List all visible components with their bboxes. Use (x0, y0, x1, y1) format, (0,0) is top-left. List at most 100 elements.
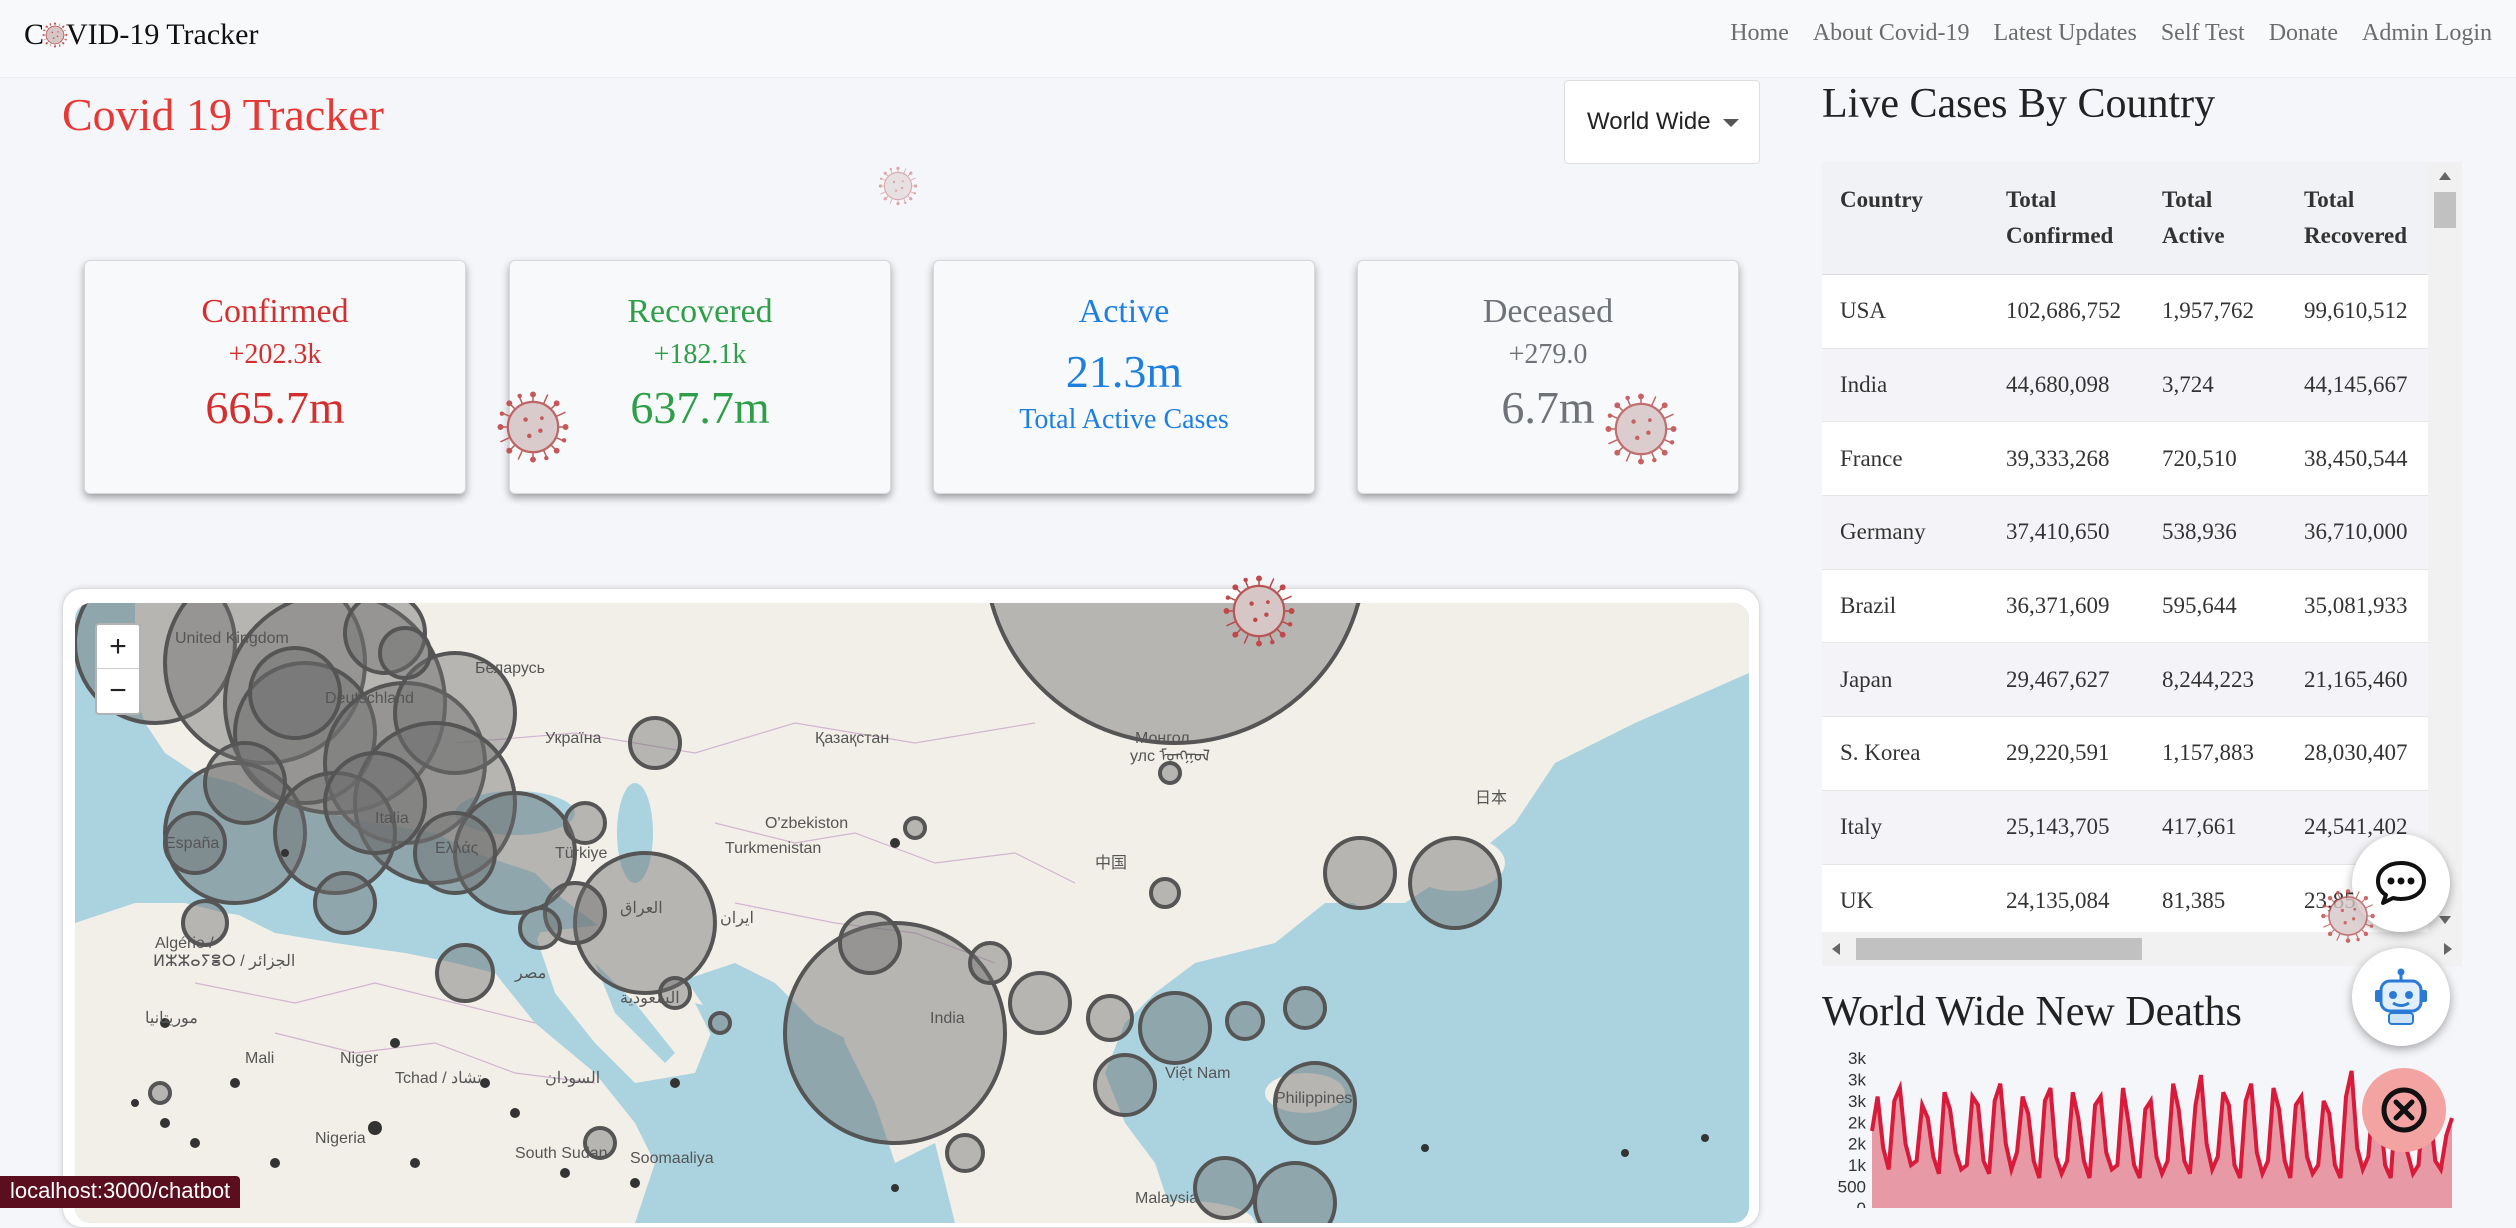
virus-icon (42, 22, 68, 48)
svg-text:Tchad / تشاد: Tchad / تشاد (395, 1070, 482, 1087)
scroll-down-icon[interactable] (2439, 916, 2451, 924)
table-header-row: Country Total Confirmed Total Active Tot… (1822, 162, 2428, 275)
cell-recovered: 35,081,933 (2286, 569, 2428, 644)
virus-icon (1222, 574, 1296, 648)
svg-text:Україна: Україна (545, 730, 602, 747)
cell-country: France (1822, 421, 1988, 497)
cell-country: UK (1822, 864, 1988, 939)
svg-text:Malaysia: Malaysia (1135, 1190, 1198, 1207)
robot-icon (2375, 968, 2427, 1025)
table-row[interactable]: India 44,680,098 3,724 44,145,667 (1822, 348, 2428, 423)
cell-country: USA (1822, 274, 1988, 349)
svg-text:Philippines: Philippines (1275, 1090, 1352, 1107)
chevron-down-icon (1723, 119, 1739, 127)
svg-text:España: España (165, 835, 219, 852)
cell-confirmed: 25,143,705 (1988, 790, 2144, 865)
nav-link-latest-updates[interactable]: Latest Updates (1994, 20, 2137, 47)
column-header-total-confirmed[interactable]: Total Confirmed (1988, 162, 2144, 275)
chatbot-button[interactable] (2352, 948, 2450, 1046)
svg-text:Nigeria: Nigeria (315, 1130, 366, 1147)
cell-recovered: 99,610,512 (2286, 274, 2428, 349)
svg-text:中国: 中国 (1095, 854, 1127, 872)
cell-confirmed: 29,220,591 (1988, 716, 2144, 791)
svg-text:Deutschland: Deutschland (325, 690, 414, 707)
svg-text:South Sudan: South Sudan (515, 1145, 608, 1162)
column-header-total-active[interactable]: Total Active (2144, 162, 2286, 275)
column-header-total-recovered[interactable]: Total Recovered (2286, 162, 2428, 275)
y-tick-label: 500 (1838, 1178, 1866, 1197)
region-select[interactable]: World Wide (1564, 80, 1760, 164)
cell-country: Germany (1822, 495, 1988, 570)
vertical-scroll-thumb[interactable] (2434, 192, 2456, 228)
cell-confirmed: 39,333,268 (1988, 421, 2144, 497)
cell-active: 8,244,223 (2144, 642, 2286, 718)
nav-link-about[interactable]: About Covid-19 (1813, 20, 1970, 47)
recovered-title: Recovered (627, 293, 773, 330)
cell-recovered: 36,710,000 (2286, 495, 2428, 570)
cell-country: Japan (1822, 642, 1988, 718)
zoom-in-button[interactable]: + (97, 625, 139, 669)
svg-text:موريتانيا: موريتانيا (145, 1010, 198, 1027)
cell-active: 1,957,762 (2144, 274, 2286, 349)
map-container: + − United Kingdom Deutschland Беларусь … (62, 588, 1760, 1228)
scroll-right-icon[interactable] (2444, 943, 2452, 955)
nav-link-home[interactable]: Home (1730, 20, 1789, 47)
svg-text:السودان: السودان (545, 1070, 600, 1087)
zoom-control: + − (95, 623, 141, 715)
countries-table-title: Live Cases By Country (1822, 81, 2216, 127)
cell-active: 417,661 (2144, 790, 2286, 865)
svg-text:Niger: Niger (340, 1050, 379, 1067)
table-row[interactable]: Germany 37,410,650 538,936 36,710,000 (1822, 495, 2428, 570)
nav-link-donate[interactable]: Donate (2269, 20, 2338, 47)
column-header-country[interactable]: Country (1822, 162, 1988, 275)
cell-country: India (1822, 348, 1988, 423)
table-row[interactable]: Italy 25,143,705 417,661 24,541,402 (1822, 790, 2428, 865)
nav-link-self-test[interactable]: Self Test (2161, 20, 2245, 47)
deceased-card[interactable]: Deceased +279.0 6.7m (1357, 260, 1739, 494)
svg-text:Беларусь: Беларусь (475, 660, 545, 677)
virus-icon (2320, 888, 2376, 944)
horizontal-scroll-thumb[interactable] (1856, 938, 2142, 960)
svg-text:India: India (930, 1010, 965, 1027)
cell-active: 720,510 (2144, 421, 2286, 497)
table-row[interactable]: Japan 29,467,627 8,244,223 21,165,460 (1822, 642, 2428, 718)
y-tick-label: 2k (1848, 1113, 1866, 1132)
y-tick-label: 3k (1848, 1070, 1866, 1089)
table-row[interactable]: Brazil 36,371,609 595,644 35,081,933 (1822, 569, 2428, 644)
virus-icon (1604, 392, 1678, 466)
active-card[interactable]: Active 21.3m Total Active Cases (933, 260, 1315, 494)
svg-text:United Kingdom: United Kingdom (175, 630, 289, 647)
svg-text:Қазақстан: Қазақстан (815, 730, 889, 747)
scroll-left-icon[interactable] (1832, 943, 1840, 955)
svg-text:Ελλάς: Ελλάς (435, 840, 479, 857)
svg-text:日本: 日本 (1475, 789, 1507, 807)
table-row[interactable]: USA 102,686,752 1,957,762 99,610,512 (1822, 274, 2428, 349)
nav-links: Home About Covid-19 Latest Updates Self … (1730, 20, 2492, 47)
countries-table-container[interactable]: Country Total Confirmed Total Active Tot… (1822, 162, 2462, 966)
cell-active: 3,724 (2144, 348, 2286, 423)
page-title: Covid 19 Tracker (62, 89, 384, 140)
scroll-up-icon[interactable] (2439, 172, 2451, 180)
cell-country: Brazil (1822, 569, 1988, 644)
table-vertical-scrollbar[interactable] (2428, 162, 2462, 932)
brand-logo[interactable]: C VID-19 Tracker (24, 18, 258, 52)
virus-icon (878, 166, 918, 206)
navbar: C VID-19 Tracker Home About Covid-19 Lat… (0, 0, 2516, 78)
cell-country: S. Korea (1822, 716, 1988, 791)
active-total: 21.3m (1065, 346, 1183, 397)
world-map[interactable]: + − United Kingdom Deutschland Беларусь … (75, 603, 1749, 1223)
nav-link-admin-login[interactable]: Admin Login (2362, 20, 2492, 47)
cell-recovered: 38,450,544 (2286, 421, 2428, 497)
y-tick-label: 3k (1848, 1092, 1866, 1111)
cell-confirmed: 24,135,084 (1988, 864, 2144, 939)
table-row[interactable]: S. Korea 29,220,591 1,157,883 28,030,407 (1822, 716, 2428, 791)
cell-active: 595,644 (2144, 569, 2286, 644)
active-subtitle: Total Active Cases (1019, 404, 1229, 435)
table-row[interactable]: France 39,333,268 720,510 38,450,544 (1822, 421, 2428, 497)
confirmed-card[interactable]: Confirmed +202.3k 665.7m (84, 260, 466, 494)
zoom-out-button[interactable]: − (97, 669, 139, 713)
cell-recovered: 21,165,460 (2286, 642, 2428, 718)
map-canvas: United Kingdom Deutschland Беларусь Укра… (75, 603, 1749, 1223)
countries-table: Country Total Confirmed Total Active Tot… (1822, 162, 2428, 939)
chatbot-close-button[interactable] (2362, 1068, 2446, 1152)
